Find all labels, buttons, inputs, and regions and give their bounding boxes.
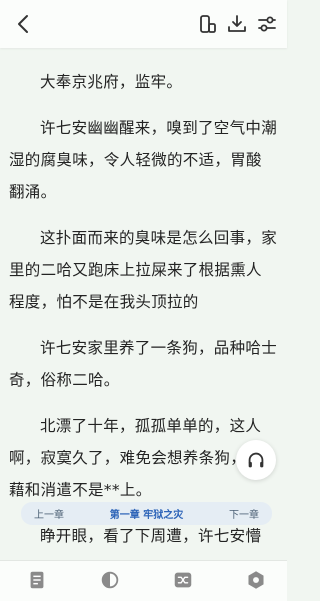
chapter-nav: 上一章 第一章 牢狱之灾 下一章 xyxy=(21,502,272,525)
prev-chapter-button[interactable]: 上一章 xyxy=(21,506,77,521)
page-turn-icon[interactable] xyxy=(172,569,194,591)
settings-icon[interactable] xyxy=(245,569,267,591)
settings-sliders-icon[interactable] xyxy=(255,12,279,36)
paragraph: 许七安家里养了一条狗，品种哈士奇，俗称二哈。 xyxy=(9,339,278,389)
font-size-icon[interactable] xyxy=(196,12,220,36)
back-arrow-icon[interactable] xyxy=(12,12,36,36)
paragraph: 大奉京兆府，监牢。 xyxy=(40,73,183,91)
catalog-icon[interactable] xyxy=(26,569,48,591)
download-icon[interactable] xyxy=(225,12,249,36)
next-chapter-button[interactable]: 下一章 xyxy=(216,506,272,521)
current-chapter-title[interactable]: 第一章 牢狱之灾 xyxy=(77,506,216,521)
paragraph: 许七安幽幽醒来，嗅到了空气中潮湿的腐臭味，令人轻微的不适，胃酸翻涌。 xyxy=(9,119,278,201)
night-mode-icon[interactable] xyxy=(99,569,121,591)
audio-play-button[interactable] xyxy=(236,440,276,480)
bottom-toolbar xyxy=(0,560,287,601)
reader-content[interactable]: 大奉京兆府，监牢。 许七安幽幽醒来，嗅到了空气中潮湿的腐臭味，令人轻微的不适，胃… xyxy=(0,48,287,560)
headphones-icon xyxy=(248,452,264,468)
paragraph: 这扑面而来的臭味是怎么回事，家里的二哈又跑床上拉屎来了根据熏人程度，怕不是在我头… xyxy=(9,229,278,311)
top-bar xyxy=(0,0,287,48)
